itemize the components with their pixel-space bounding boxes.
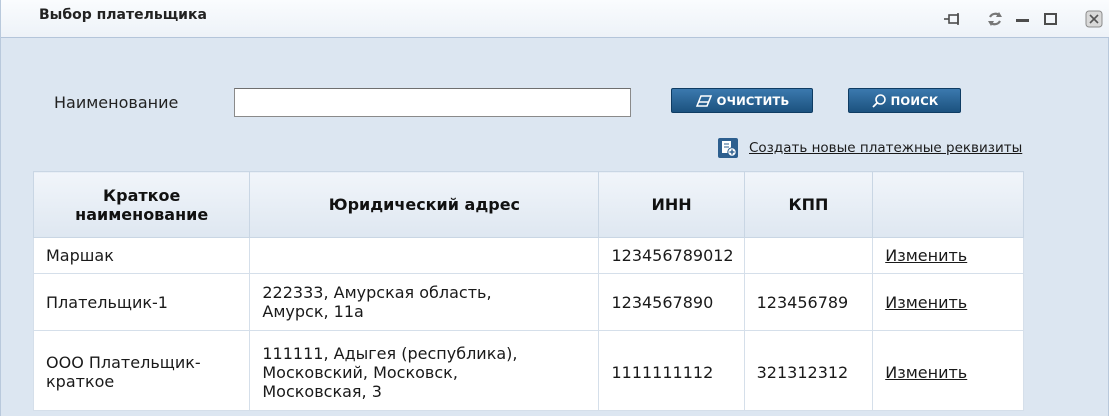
- magnifier-icon: [871, 93, 887, 109]
- eraser-icon: [695, 94, 713, 108]
- column-inn[interactable]: ИНН: [598, 171, 745, 238]
- table-row[interactable]: Плательщик-1 222333, Амурская область, А…: [32, 273, 1024, 331]
- edit-link[interactable]: Изменить: [872, 237, 1024, 274]
- cell-inn: 1234567890: [598, 273, 745, 331]
- cell-address: 111111, Адыгея (республика), Московский,…: [249, 330, 600, 411]
- new-document-icon: [717, 137, 739, 159]
- refresh-icon[interactable]: [984, 8, 1006, 30]
- minimize-icon[interactable]: [1012, 8, 1034, 30]
- maximize-icon[interactable]: [1040, 8, 1062, 30]
- clear-button[interactable]: ОЧИСТИТЬ: [671, 88, 813, 113]
- column-kpp[interactable]: КПП: [743, 171, 874, 238]
- payer-selection-dialog: Выбор плательщика Наименование ОЧИСТИТЬ …: [0, 0, 1109, 416]
- search-button[interactable]: ПОИСК: [848, 88, 961, 113]
- payers-table: Краткое наименование Юридический адрес И…: [32, 171, 1024, 411]
- table-header-row: Краткое наименование Юридический адрес И…: [32, 171, 1024, 238]
- column-legal-address[interactable]: Юридический адрес: [249, 171, 600, 238]
- name-label: Наименование: [54, 93, 179, 112]
- window-title: Выбор плательщика: [39, 7, 207, 23]
- column-short-name[interactable]: Краткое наименование: [32, 171, 251, 238]
- name-input[interactable]: [234, 88, 631, 117]
- cell-inn: 123456789012: [598, 237, 745, 274]
- cell-kpp: 123456789: [743, 273, 874, 331]
- search-button-label: ПОИСК: [890, 93, 939, 108]
- cell-address: 222333, Амурская область, Амурск, 11а: [249, 273, 600, 331]
- column-actions: [872, 171, 1024, 238]
- cell-short-name: Маршак: [32, 237, 251, 274]
- cell-address: [249, 237, 600, 274]
- create-link-label: Создать новые платежные реквизиты: [749, 140, 1023, 156]
- title-bar[interactable]: Выбор плательщика: [1, 0, 1109, 38]
- clear-button-label: ОЧИСТИТЬ: [716, 93, 790, 108]
- cell-short-name: Плательщик-1: [32, 273, 251, 331]
- edit-link[interactable]: Изменить: [872, 330, 1024, 411]
- table-row[interactable]: ООО Плательщик-краткое 111111, Адыгея (р…: [32, 330, 1024, 411]
- table-row[interactable]: Маршак 123456789012 Изменить: [32, 237, 1024, 274]
- cell-inn: 1111111112: [598, 330, 745, 411]
- cell-kpp: [743, 237, 874, 274]
- edit-link[interactable]: Изменить: [872, 273, 1024, 331]
- close-icon[interactable]: [1083, 8, 1105, 30]
- cell-kpp: 321312312: [743, 330, 874, 411]
- cell-short-name: ООО Плательщик-краткое: [32, 330, 251, 411]
- pin-icon[interactable]: [942, 8, 964, 30]
- create-payment-details-link[interactable]: Создать новые платежные реквизиты: [717, 136, 1022, 160]
